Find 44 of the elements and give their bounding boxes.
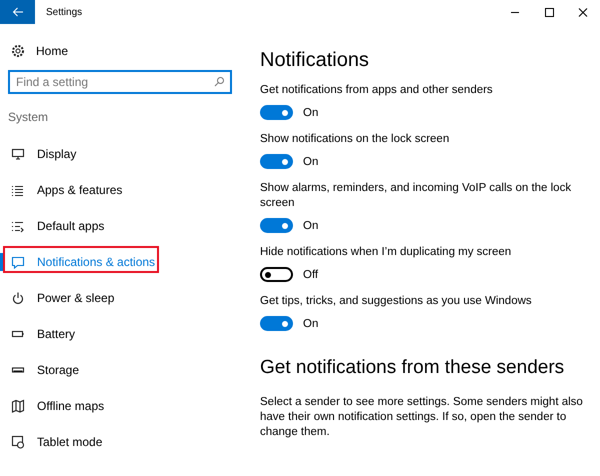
sidebar-item[interactable]: Power & sleep [0,280,240,316]
section-heading: Get notifications from these senders [260,357,566,379]
setting-label: Show alarms, reminders, and incoming VoIP calls on the lock screen [260,181,572,211]
tablet-icon [11,435,25,449]
sidebar-item[interactable]: Tablet mode [0,424,240,460]
map-icon [11,399,25,413]
back-button[interactable] [0,0,35,24]
sidebar-item[interactable]: Apps & features [0,172,240,208]
toggle-state: On [303,318,318,330]
arrow-icon [12,7,24,17]
toggle-switch[interactable] [260,154,293,169]
search-field[interactable]: Find a setting [8,70,232,94]
toggle-switch[interactable] [260,218,293,233]
sidebar-item[interactable]: Offline maps [0,388,240,424]
setting-label: Get notifications from apps and other senders [260,83,494,98]
page-heading: Notifications [260,49,370,72]
setting-label: Show notifications on the lock screen [260,132,450,147]
toggle-state: On [303,156,318,168]
toggle-switch[interactable] [260,316,293,331]
toggle-state: Off [303,268,318,280]
toggle-state: On [303,106,318,118]
sidebar-item[interactable]: Default apps [0,208,240,244]
sidebar-item[interactable]: Battery [0,316,240,352]
toggle-switch[interactable] [260,105,293,120]
list-icon [11,183,25,197]
window-title: Settings [46,6,84,18]
setting-label: Hide notifications when I’m duplicating my screen [260,245,512,260]
description-text: Select a sender to see more settings. Some senders might also have their own notification settings. If so, open the sender to change them. [260,395,584,440]
speech-bubble-icon [11,255,25,269]
toggle-state: On [303,220,318,232]
close-icon [577,6,589,18]
display-icon [11,147,25,161]
setting-label: Get tips, tricks, and suggestions as you use Windows [260,294,533,309]
home-link[interactable]: Home [0,36,240,66]
section-heading: System [7,110,50,126]
sidebar-item[interactable]: Display [0,136,240,172]
power-icon [11,291,25,305]
list-icon [11,219,25,233]
toggle-switch[interactable] [260,267,293,282]
maximize-icon [543,6,555,18]
gear-icon [11,44,25,58]
search-icon [214,76,225,87]
sidebar-item[interactable]: Notifications & actions [0,244,240,280]
sidebar-item[interactable]: Storage [0,352,240,388]
